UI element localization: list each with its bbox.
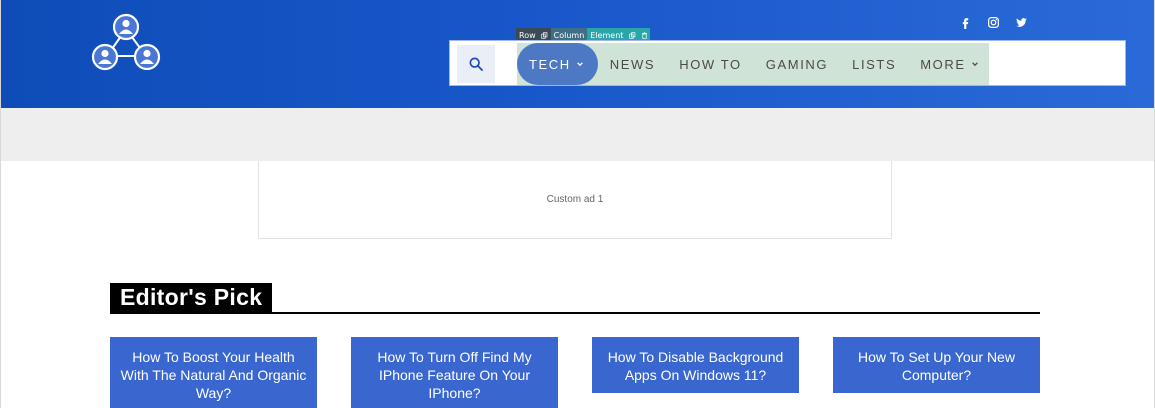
social-links (958, 15, 1028, 29)
search-icon (469, 57, 483, 71)
nav-menu: TECH NEWS HOW TO GAMING LISTS MORE (517, 43, 989, 85)
editors-pick-heading: Editor's Pick (110, 283, 273, 312)
editors-pick-card[interactable]: How To Disable Background Apps On Window… (592, 337, 799, 393)
facebook-icon[interactable] (958, 15, 972, 29)
nav-item-tech[interactable]: TECH (517, 43, 598, 85)
nav-item-more[interactable]: MORE (908, 43, 990, 85)
ad-slot[interactable]: Custom ad 1 (258, 161, 892, 239)
chevron-down-icon (576, 60, 584, 68)
search-button[interactable] (457, 45, 495, 83)
nav-item-label: NEWS (609, 56, 656, 72)
nav-item-label: LISTS (852, 56, 897, 72)
nav-item-label: HOW TO (679, 56, 742, 72)
twitter-icon[interactable] (1014, 15, 1028, 29)
section-divider (110, 312, 1040, 314)
site-header: Row Column Element TECH NEWS HOW TO GAMI… (1, 0, 1154, 108)
nav-item-label: GAMING (765, 56, 829, 72)
main-navigation: TECH NEWS HOW TO GAMING LISTS MORE (449, 40, 1126, 86)
nav-item-lists[interactable]: LISTS (840, 43, 908, 85)
ad-text: Custom ad 1 (546, 194, 604, 205)
nav-item-how-to[interactable]: HOW TO (667, 43, 754, 85)
nav-item-gaming[interactable]: GAMING (754, 43, 840, 85)
site-logo[interactable] (90, 12, 162, 72)
editors-pick-card[interactable]: How To Boost Your Health With The Natura… (110, 337, 317, 408)
nav-item-news[interactable]: NEWS (598, 43, 667, 85)
editors-pick-card[interactable]: How To Turn Off Find My IPhone Feature O… (351, 337, 558, 408)
gray-band (1, 108, 1154, 161)
instagram-icon[interactable] (986, 15, 1000, 29)
page: Row Column Element TECH NEWS HOW TO GAMI… (0, 0, 1155, 408)
editors-pick-card[interactable]: How To Set Up Your New Computer? (833, 337, 1040, 393)
nav-item-label: MORE (920, 56, 966, 72)
nav-item-label: TECH (529, 56, 571, 72)
chevron-down-icon (971, 60, 979, 68)
